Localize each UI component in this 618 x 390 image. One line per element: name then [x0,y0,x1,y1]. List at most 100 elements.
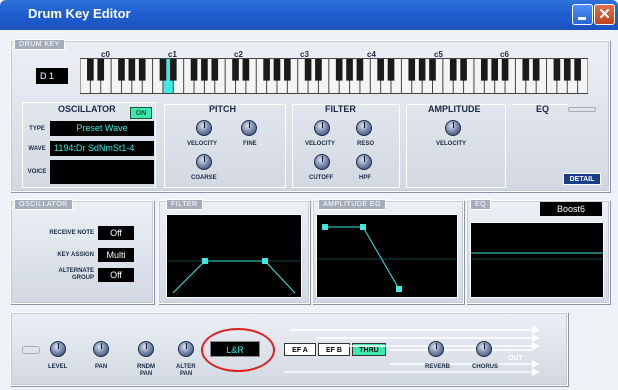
black-key[interactable] [481,59,488,81]
pitch-header: PITCH [209,104,236,114]
black-key[interactable] [138,59,146,81]
amplitude-velocity-label: VELOCITY [436,141,467,147]
filter-cutoff-label: CUTOFF [309,175,334,181]
black-key[interactable] [315,59,322,81]
random-pan-label-2: PAN [140,371,153,377]
black-key[interactable] [532,59,540,81]
eq-slider[interactable] [568,107,596,112]
black-key[interactable] [501,59,509,81]
amp-eg-tab: AMPLITUDE EG [318,199,387,210]
black-key[interactable] [159,59,167,81]
black-key[interactable] [304,59,312,81]
level-slider-track[interactable] [22,346,40,354]
black-key[interactable] [522,59,530,81]
black-key[interactable] [273,59,281,81]
filter-velocity-label: VELOCITY [305,141,336,147]
black-key[interactable] [449,59,457,81]
level-label: LEVEL [48,364,68,370]
voice-select[interactable] [50,160,154,184]
amplitude-velocity-knob[interactable] [445,120,461,136]
black-key[interactable] [201,59,208,81]
filter-header: FILTER [325,104,356,114]
receive-note-select[interactable]: Off [98,226,134,240]
black-key[interactable] [242,59,250,81]
black-key[interactable] [97,59,105,81]
eq-header: EQ [536,104,550,114]
detail-button[interactable]: DETAIL [563,173,601,185]
black-key[interactable] [346,59,353,81]
black-key[interactable] [335,59,343,81]
close-button[interactable]: ✕ [594,4,615,25]
eq-preset-select[interactable]: Boost6 [540,202,602,216]
pitch-coarse-knob[interactable] [196,154,212,170]
black-key[interactable] [491,59,499,81]
note-display: D 1 [36,68,68,84]
alternate-group-label-2: GROUP [71,275,94,281]
level-knob[interactable] [50,341,66,357]
black-key[interactable] [563,59,571,81]
amplitude-header: AMPLITUDE [428,104,481,114]
pitch-velocity-knob[interactable] [196,120,212,136]
black-key[interactable] [263,59,270,81]
pitch-fine-label: FINE [243,141,257,147]
title-bar[interactable]: Drum Key Editor ✕ [0,0,618,30]
wave-label: WAVE [28,146,46,152]
black-key[interactable] [553,59,561,81]
out-label: OUT [508,355,523,362]
alternate-pan-label: ALTER [176,364,196,370]
oscillator-on-button[interactable]: ON [130,107,152,119]
drum-key-tab: DRUM KEY [14,39,65,50]
filter-velocity-knob[interactable] [314,120,330,136]
pitch-fine-knob[interactable] [241,120,257,136]
filter-reso-knob[interactable] [356,120,372,136]
black-key[interactable] [387,59,395,81]
black-key[interactable] [87,59,94,81]
alternate-pan-knob[interactable] [178,341,194,357]
drum-key-editor-window: Drum Key Editor ✕ DRUM KEY c0 c1 c2 c3 c… [0,0,618,390]
black-key[interactable] [418,59,426,81]
black-key[interactable] [169,59,177,81]
piano-keyboard[interactable] [80,58,588,94]
pitch-velocity-label: VELOCITY [187,141,218,147]
filter-graph[interactable] [166,214,302,298]
black-key[interactable] [408,59,416,81]
black-key[interactable] [377,59,384,81]
window-title: Drum Key Editor [28,6,131,21]
pan-knob[interactable] [93,341,109,357]
filter-hpf-label: HPF [359,175,371,181]
pan-label: PAN [95,364,108,370]
black-key[interactable] [284,59,291,81]
black-key[interactable] [190,59,198,81]
black-key[interactable] [460,59,467,81]
black-key[interactable] [128,59,136,81]
oscillator-header: OSCILLATOR [58,104,116,114]
reverb-label: REVERB [425,364,451,370]
black-key[interactable] [356,59,364,81]
random-pan-label: RNDM [137,364,155,370]
key-assign-label: KEY ASSIGN [57,252,94,258]
wave-select[interactable]: 1194:Dr SdNmSt1-4 [50,141,154,156]
filter-hpf-knob[interactable] [356,154,372,170]
black-key[interactable] [429,59,436,81]
chorus-knob[interactable] [476,341,492,357]
pitch-coarse-label: COARSE [191,175,217,181]
chorus-label: CHORUS [472,364,499,370]
receive-note-label: RECEIVE NOTE [49,230,94,236]
key-assign-select[interactable]: Multi [98,248,134,262]
reverb-knob[interactable] [428,341,444,357]
voice-label: VOICE [27,169,47,175]
filter-cutoff-knob[interactable] [314,154,330,170]
alternate-group-label: ALTERNATE [58,268,94,274]
alternate-group-select[interactable]: Off [98,268,134,282]
type-select[interactable]: Preset Wave [50,121,154,136]
black-key[interactable] [118,59,125,81]
routing-arrows [284,326,540,376]
alternate-pan-label-2: PAN [180,371,193,377]
eq-graph[interactable] [470,222,604,298]
amp-eg-graph[interactable] [316,214,458,298]
black-key[interactable] [211,59,219,81]
black-key[interactable] [574,59,581,81]
minimize-button[interactable] [572,4,593,25]
black-key[interactable] [232,59,239,81]
random-pan-knob[interactable] [138,341,154,357]
